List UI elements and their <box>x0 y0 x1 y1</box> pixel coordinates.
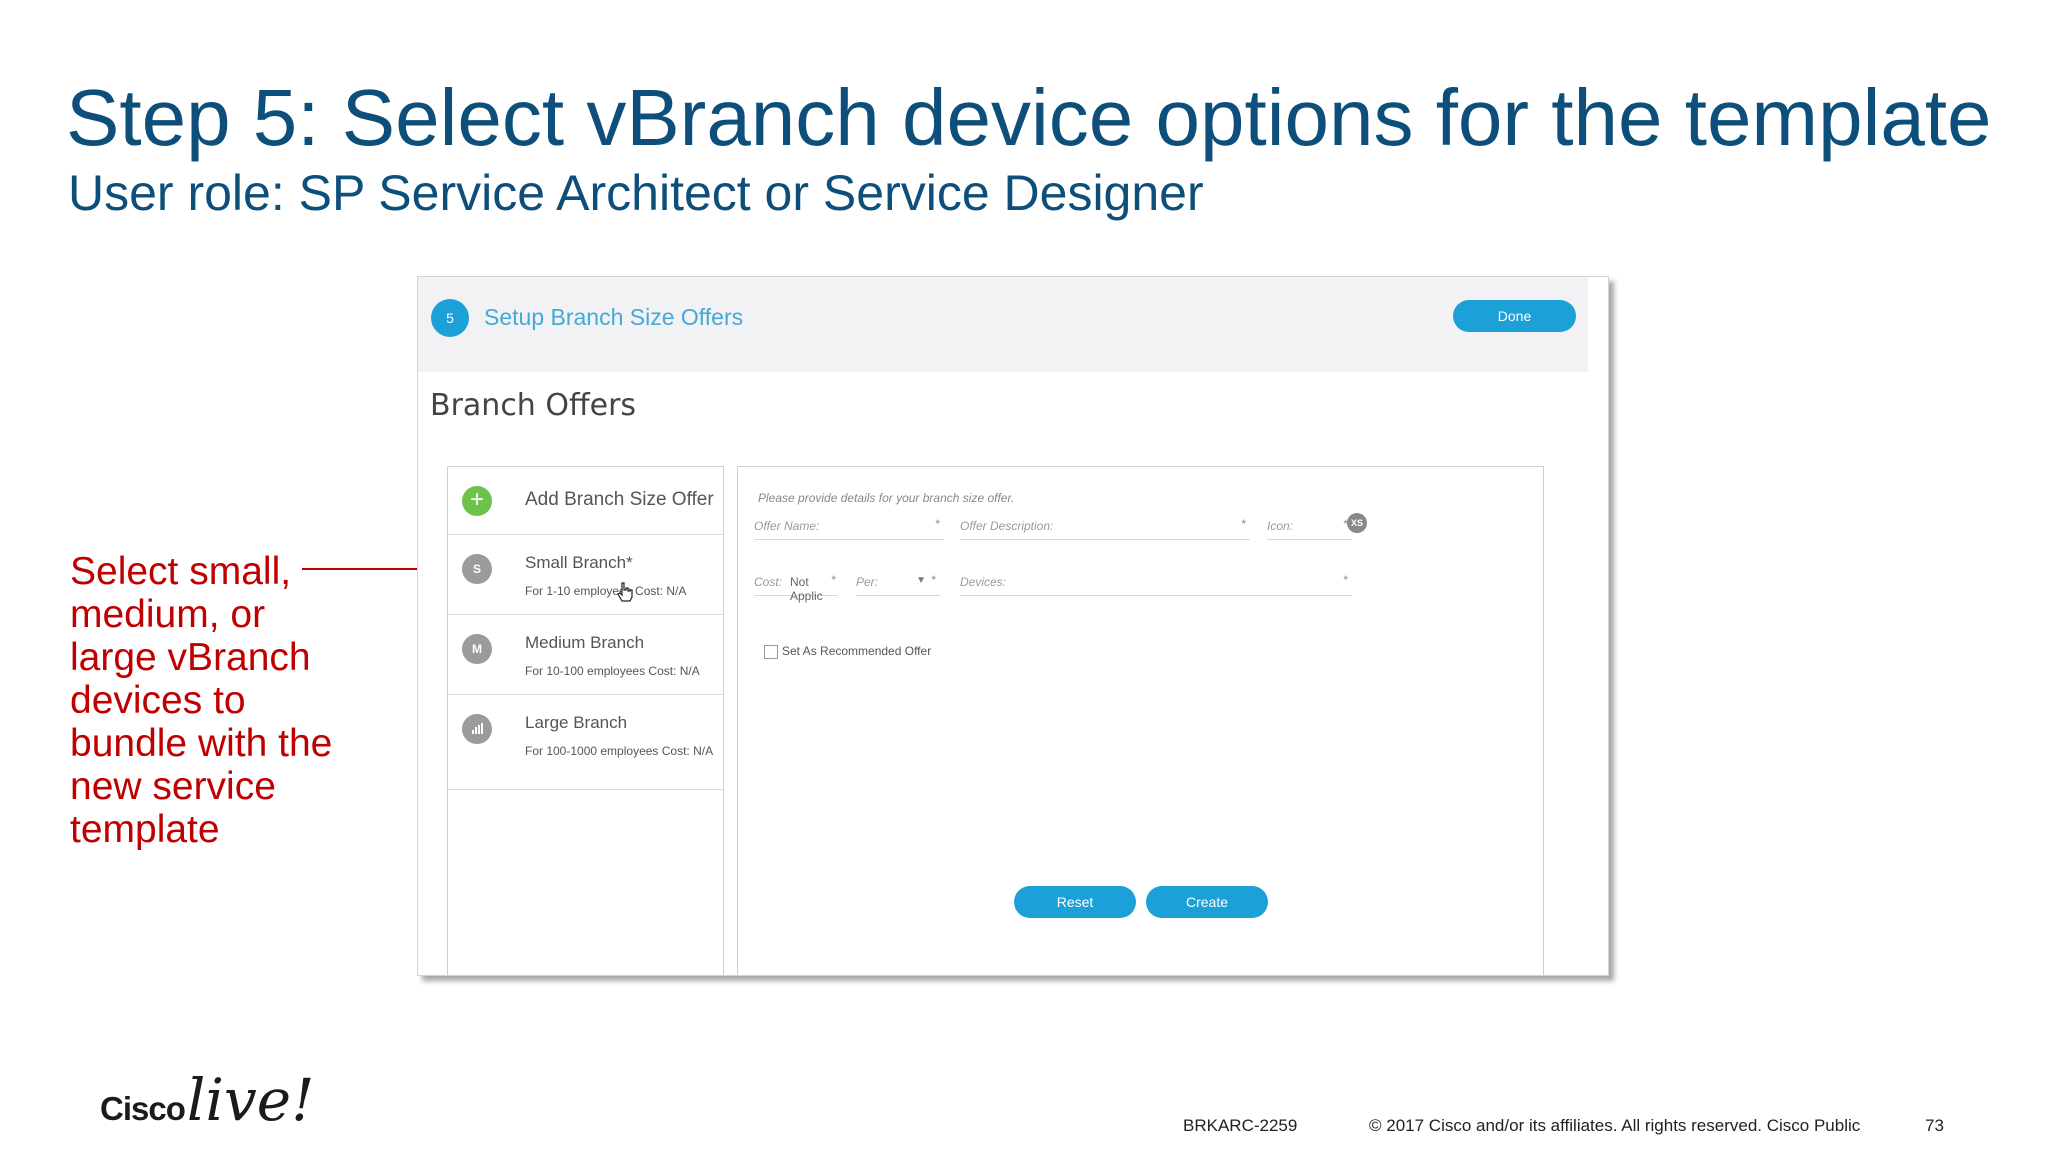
add-offer-item[interactable]: + Add Branch Size Offer <box>448 467 723 535</box>
offer-title: Medium Branch <box>525 633 645 652</box>
hand-cursor-icon <box>617 582 633 602</box>
slide-title: Step 5: Select vBranch device options fo… <box>66 73 1992 162</box>
create-button[interactable]: Create <box>1146 886 1268 918</box>
callout-text: Select small, medium, or large vBranch d… <box>70 550 333 851</box>
offer-description-field[interactable]: Offer Description: * <box>960 511 1250 540</box>
offer-name-label: Offer Name: <box>754 519 820 533</box>
signal-bars-icon <box>462 714 492 744</box>
cost-label: Cost: <box>754 575 783 589</box>
offer-list: + Add Branch Size Offer S Small Branch* … <box>447 466 724 975</box>
xs-icon[interactable]: XS <box>1347 513 1367 533</box>
offer-title: Small Branch* <box>525 553 633 572</box>
page-number: 73 <box>1925 1116 1944 1135</box>
per-select[interactable]: Per: ▼ * <box>856 567 940 596</box>
offer-item-large[interactable]: Large Branch For 100-1000 employees Cost… <box>448 695 723 790</box>
dropdown-caret-icon: ▼ <box>916 575 926 586</box>
offer-item-small[interactable]: S Small Branch* For 1-10 employees Cost:… <box>448 535 723 615</box>
small-badge-icon: S <box>462 554 492 584</box>
section-title: Branch Offers <box>430 388 637 423</box>
cisco-live-logo: Ciscolive! <box>100 1066 315 1134</box>
recommended-checkbox[interactable] <box>764 645 778 659</box>
required-mark: * <box>1343 517 1348 531</box>
offer-description-label: Offer Description: <box>960 519 1054 533</box>
offer-form: Please provide details for your branch s… <box>737 466 1544 975</box>
session-id: BRKARC-2259 <box>1183 1116 1298 1135</box>
offer-desc: For 100-1000 employees Cost: N/A <box>525 744 714 758</box>
reset-button[interactable]: Reset <box>1014 886 1136 918</box>
icon-field[interactable]: Icon: XS * <box>1267 511 1367 540</box>
done-button[interactable]: Done <box>1453 300 1576 332</box>
offer-title: Large Branch <box>525 713 628 732</box>
form-hint: Please provide details for your branch s… <box>758 491 1015 505</box>
required-mark: * <box>831 573 836 587</box>
medium-badge-icon: M <box>462 634 492 664</box>
wizard-header: 5 Setup Branch Size Offers Done <box>418 277 1588 372</box>
add-icon: + <box>462 486 492 516</box>
copyright: © 2017 Cisco and/or its affiliates. All … <box>1369 1116 1861 1135</box>
recommended-label: Set As Recommended Offer <box>782 644 932 658</box>
offer-desc: For 10-100 employees Cost: N/A <box>525 664 700 678</box>
add-offer-label: Add Branch Size Offer <box>525 489 714 510</box>
app-screenshot: 5 Setup Branch Size Offers Done Branch O… <box>417 276 1609 976</box>
offer-item-medium[interactable]: M Medium Branch For 10-100 employees Cos… <box>448 615 723 695</box>
devices-label: Devices: <box>960 575 1007 589</box>
slide-subtitle: User role: SP Service Architect or Servi… <box>68 165 1204 221</box>
cost-field[interactable]: Cost: Not Applic * <box>754 567 838 603</box>
wizard-title: Setup Branch Size Offers <box>484 304 744 330</box>
required-mark: * <box>931 573 936 587</box>
icon-label: Icon: <box>1267 519 1294 533</box>
required-mark: * <box>935 517 940 531</box>
per-label: Per: <box>856 575 879 589</box>
offer-name-field[interactable]: Offer Name: * <box>754 511 944 540</box>
devices-field[interactable]: Devices: * <box>960 567 1352 596</box>
required-mark: * <box>1241 517 1246 531</box>
required-mark: * <box>1343 573 1348 587</box>
step-badge: 5 <box>431 299 469 337</box>
